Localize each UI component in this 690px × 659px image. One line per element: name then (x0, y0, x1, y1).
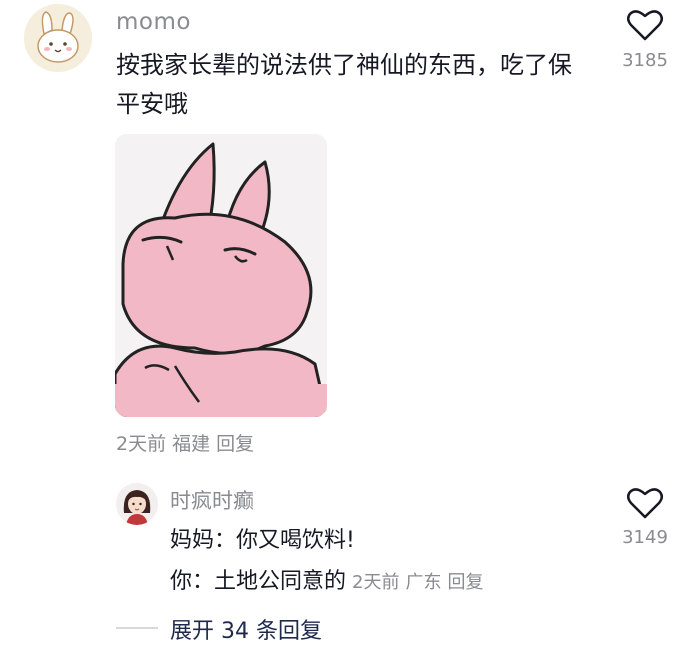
heart-icon (627, 10, 663, 41)
reply-username[interactable]: 时疯时癫 (170, 485, 254, 515)
commenter-avatar[interactable] (24, 4, 92, 72)
pink-bunny-sticker (115, 134, 327, 417)
comment-reply-button[interactable]: 回复 (216, 433, 254, 455)
comment-sticker-image[interactable] (115, 134, 327, 417)
reply-text-line-2-content: 你：土地公同意的 (170, 569, 347, 594)
commenter-username[interactable]: momo (116, 9, 191, 35)
bunny-avatar-icon (24, 4, 92, 72)
reply-text-line-2: 你：土地公同意的 2天前 广东 回复 (170, 563, 483, 595)
reply-avatar[interactable] (116, 483, 158, 525)
comment-meta: 2天前 福建 回复 (116, 429, 254, 456)
reply-like-count: 3149 (622, 527, 668, 548)
reply-location: 广东 (405, 572, 442, 593)
expand-divider (116, 627, 158, 629)
reply-reply-button[interactable]: 回复 (447, 572, 483, 593)
heart-icon (627, 488, 663, 519)
reply-like-button[interactable] (626, 486, 664, 520)
girl-avatar-icon (116, 483, 158, 525)
comment-time: 2天前 (116, 433, 167, 455)
comment-like-count: 3185 (622, 50, 668, 71)
comment-text: 按我家长辈的说法供了神仙的东西，吃了保平安哦 (116, 51, 572, 118)
reply-time: 2天前 (352, 572, 400, 593)
comment-location: 福建 (172, 433, 211, 455)
reply-meta: 2天前 广东 回复 (352, 572, 483, 593)
comment-like-button[interactable] (626, 8, 664, 42)
expand-replies-button[interactable]: 展开 34 条回复 (170, 613, 322, 645)
reply-text-line-1: 妈妈：你又喝饮料! (170, 528, 355, 553)
